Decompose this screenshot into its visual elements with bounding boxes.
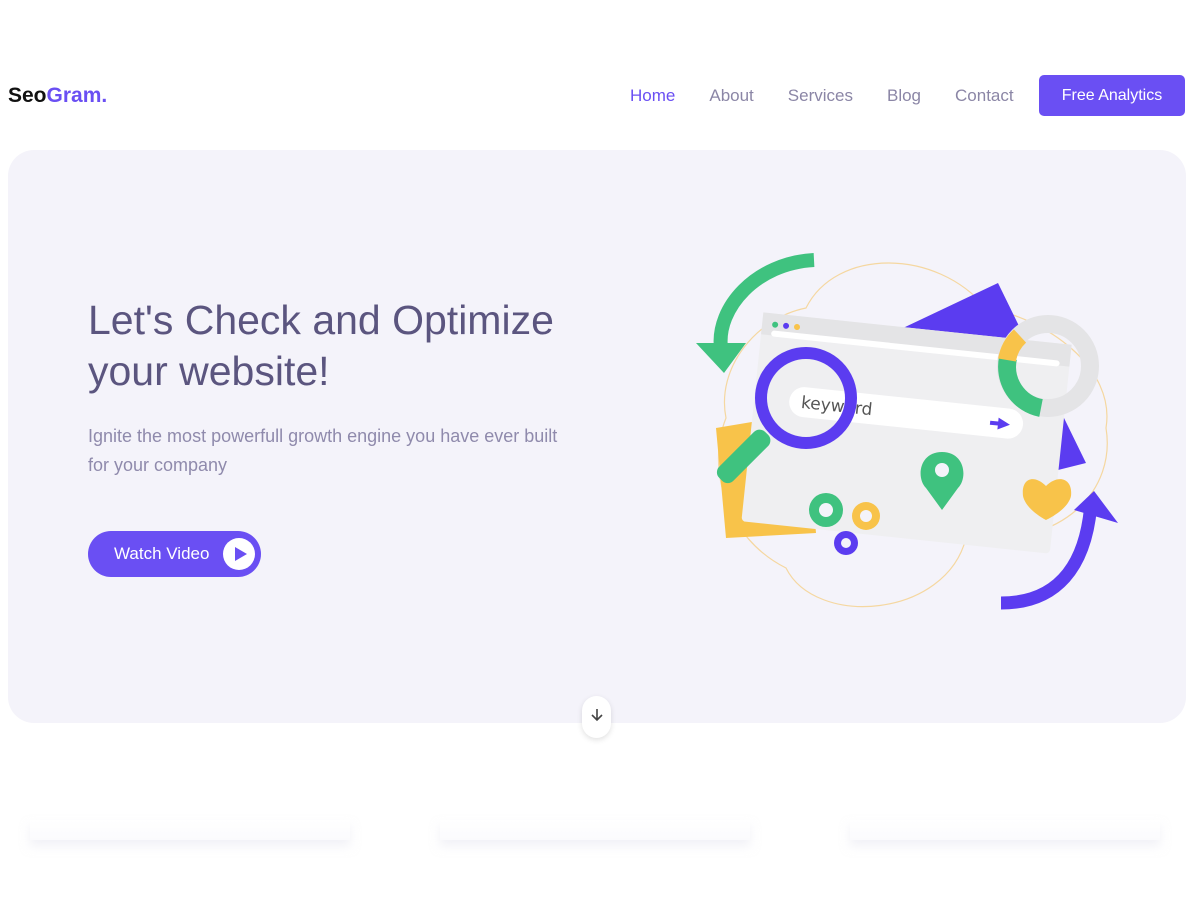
browser-window: keyword	[741, 312, 1072, 554]
nav-item-about[interactable]: About	[709, 86, 753, 106]
play-icon	[223, 538, 255, 570]
feature-card	[30, 820, 350, 840]
hero-section: Let's Check and Optimize your website! I…	[8, 150, 1186, 723]
hero-title: Let's Check and Optimize your website!	[88, 297, 554, 394]
site-header: SeoGram. Home About Services Blog Contac…	[0, 74, 1200, 118]
logo-text-accent: Gram	[46, 84, 102, 107]
watch-video-button[interactable]: Watch Video	[88, 531, 261, 577]
logo-text-primary: Seo	[8, 84, 47, 107]
watch-video-label: Watch Video	[114, 544, 210, 563]
hero-subtitle: Ignite the most powerfull growth engine …	[88, 426, 558, 475]
nav-item-contact[interactable]: Contact	[955, 86, 1014, 106]
free-analytics-button[interactable]: Free Analytics	[1039, 75, 1185, 116]
logo-dot: .	[101, 84, 108, 107]
feature-card	[440, 820, 750, 840]
seo-illustration: keyword	[696, 253, 1118, 610]
feature-card	[850, 820, 1160, 840]
nav-item-home[interactable]: Home	[630, 86, 675, 106]
nav-item-blog[interactable]: Blog	[887, 86, 921, 106]
nav-item-services[interactable]: Services	[788, 86, 853, 106]
logo[interactable]: SeoGram.	[8, 84, 107, 108]
arrow-down-icon	[590, 708, 603, 727]
scroll-down-button[interactable]	[582, 696, 611, 738]
main-nav: Home About Services Blog Contact	[630, 86, 1048, 106]
